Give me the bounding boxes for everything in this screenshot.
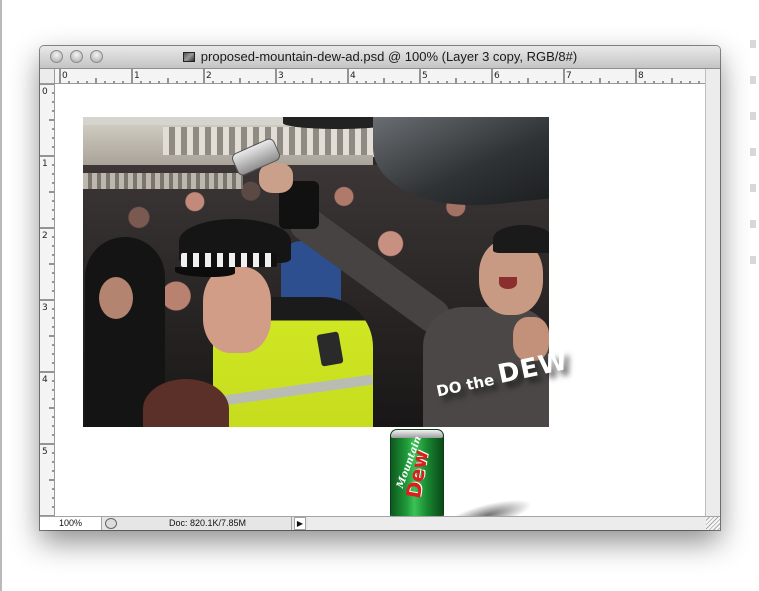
ruler-top-label: 4 (350, 71, 356, 81)
document-window: proposed-mountain-dew-ad.psd @ 100% (Lay… (40, 46, 720, 530)
horizontal-ruler-ticks: 0 1 2 3 4 5 6 7 8 (59, 69, 700, 83)
ruler-top-label: 3 (278, 71, 284, 81)
vertical-ruler[interactable]: 0 1 2 3 4 5 (40, 84, 55, 516)
title-bar[interactable]: proposed-mountain-dew-ad.psd @ 100% (Lay… (40, 46, 720, 69)
ruler-top-label: 0 (62, 71, 68, 81)
horizontal-scrollbar[interactable] (308, 517, 706, 530)
ruler-top-label: 2 (206, 71, 212, 81)
photo-fan-mouth (499, 277, 517, 289)
ruler-left-label: 2 (42, 231, 48, 241)
mountain-dew-can-layer[interactable]: Mountain Dew (391, 430, 443, 516)
photo-police-officer-face (203, 267, 271, 353)
photo-raised-hand (259, 163, 293, 193)
photo-fan-beanie (493, 225, 549, 253)
window-title: proposed-mountain-dew-ad.psd @ 100% (Lay… (200, 49, 578, 64)
window-title-group: proposed-mountain-dew-ad.psd @ 100% (Lay… (40, 49, 720, 64)
ruler-left-label: 3 (42, 303, 48, 313)
ruler-left-label: 5 (42, 447, 48, 457)
ruler-left-label: 0 (42, 87, 48, 97)
ruler-left-label: 1 (42, 159, 48, 169)
ruler-top-label: 5 (422, 71, 428, 81)
photo-balustrade (83, 173, 243, 189)
photo-checkered-cap-band (181, 253, 277, 267)
status-menu-arrow-icon[interactable]: ▶ (294, 517, 306, 530)
ruler-top-label: 6 (494, 71, 500, 81)
psd-document-icon (182, 52, 195, 62)
photo-hooded-face (99, 277, 133, 319)
ruler-top-label: 8 (638, 71, 644, 81)
ruler-left-label: 4 (42, 375, 48, 385)
ruler-top-label: 7 (566, 71, 572, 81)
desktop-background-pattern (750, 40, 756, 270)
vertical-ruler-ticks: 0 1 2 3 4 5 (40, 84, 54, 516)
desktop-left-edge (0, 0, 2, 591)
document-info: Doc: 820.1K/7.85M (124, 517, 292, 530)
document-canvas[interactable]: DO the DEW Mountain Dew (55, 84, 705, 516)
vertical-scrollbar[interactable] (705, 69, 720, 516)
zoom-level-field[interactable]: 100% (40, 517, 102, 530)
resize-grip[interactable] (706, 517, 720, 530)
can-shadow (441, 493, 535, 516)
ruler-origin[interactable] (40, 69, 55, 84)
status-bar: 100% Doc: 820.1K/7.85M ▶ (40, 516, 720, 530)
ruler-top-label: 1 (134, 71, 140, 81)
horizontal-ruler[interactable]: 0 1 2 3 4 5 6 7 8 (55, 69, 705, 84)
version-cue-icon[interactable] (105, 518, 117, 529)
